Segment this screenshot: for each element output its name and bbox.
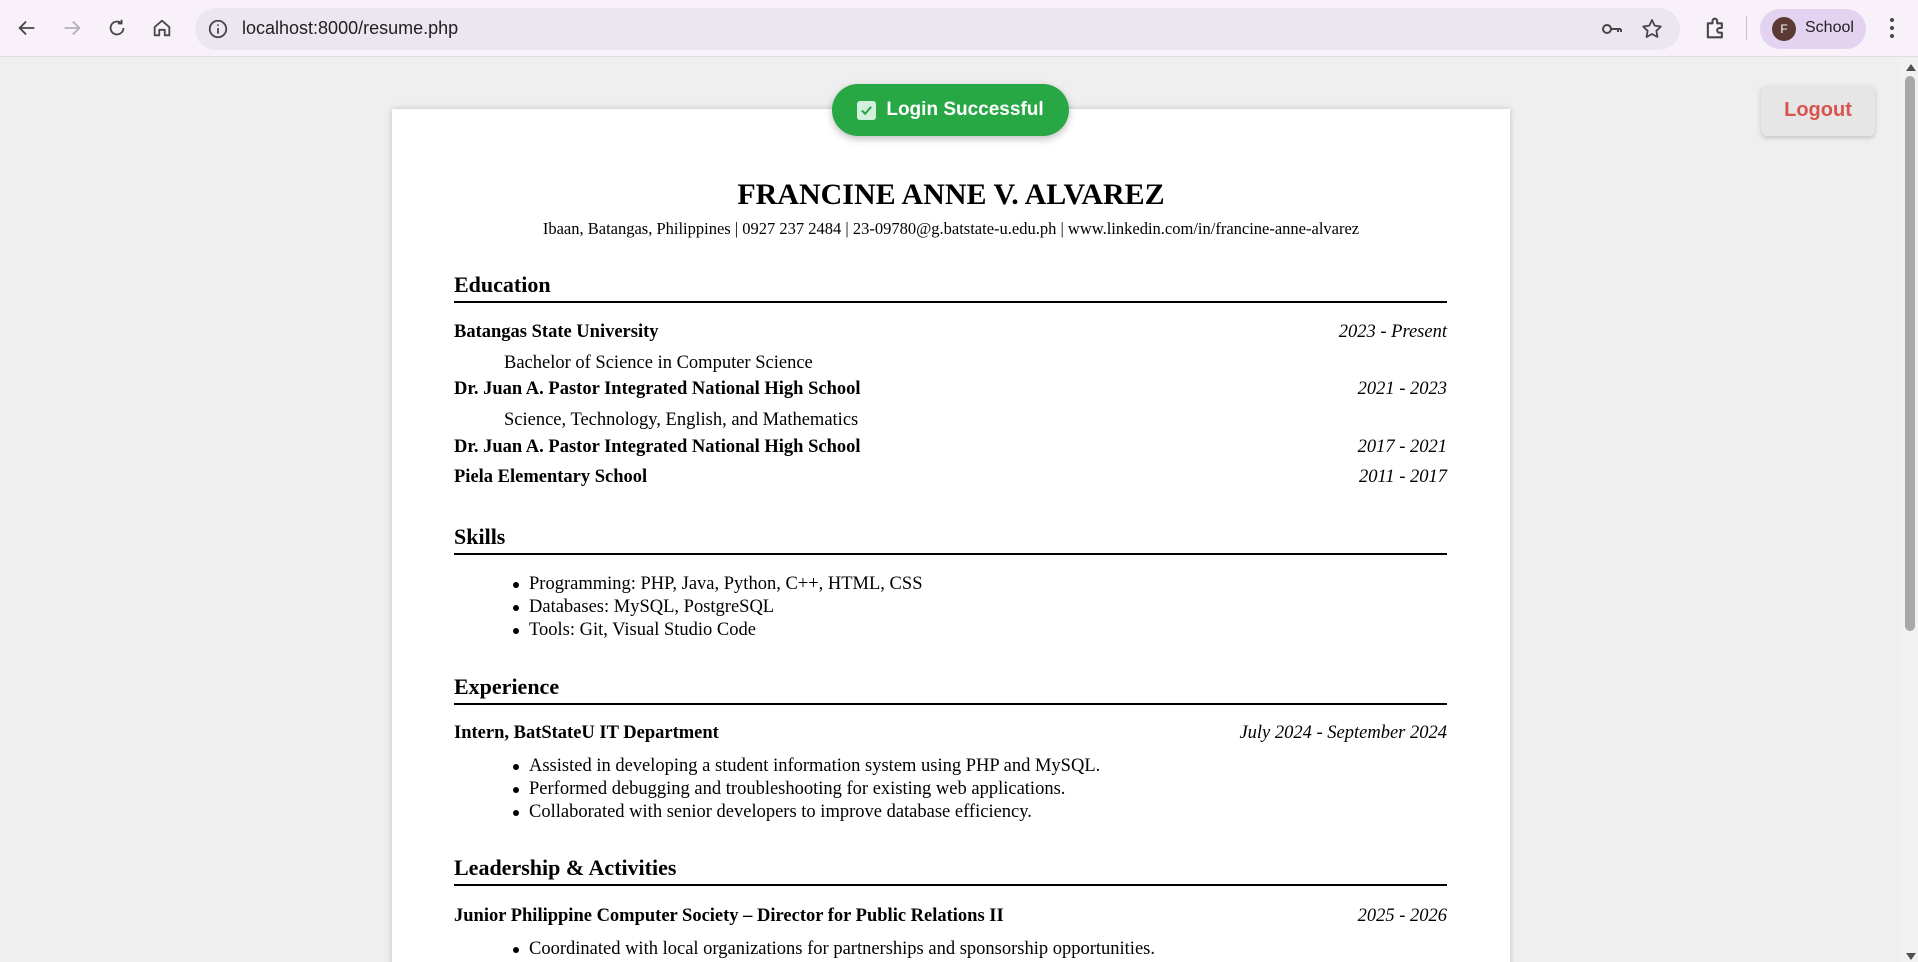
education-detail: Bachelor of Science in Computer Science (504, 353, 813, 373)
arrow-right-icon (64, 20, 81, 36)
experience-dates: July 2024 - September 2024 (1239, 723, 1447, 743)
toast-label: Login Successful (886, 99, 1044, 120)
education-dates: 2021 - 2023 (1357, 379, 1447, 399)
list-item: Programming: PHP, Java, Python, C++, HTM… (512, 574, 923, 594)
profile-name: School (1805, 19, 1854, 36)
forward-button[interactable] (56, 12, 88, 44)
list-item: Coordinated with local organizations for… (513, 939, 1155, 959)
section-divider (454, 703, 1447, 705)
resume-page: FRANCINE ANNE V. ALVAREZ Ibaan, Batangas… (392, 109, 1510, 962)
education-dates: 2011 - 2017 (1358, 467, 1447, 487)
toolbar-divider (1746, 16, 1747, 40)
home-button[interactable] (146, 12, 178, 44)
education-school: Piela Elementary School (454, 467, 648, 487)
address-bar[interactable]: localhost:8000/resume.php (195, 8, 1680, 50)
education-dates: 2017 - 2021 (1357, 437, 1447, 457)
login-success-toast: Login Successful (832, 84, 1069, 136)
scroll-thumb[interactable] (1905, 76, 1915, 631)
leadership-dates: 2025 - 2026 (1357, 906, 1447, 926)
site-info-icon[interactable] (207, 18, 229, 40)
url-text[interactable]: localhost:8000/resume.php (242, 18, 458, 39)
reload-icon (109, 19, 125, 36)
section-divider (454, 553, 1447, 555)
experience-role: Intern, BatStateU IT Department (454, 723, 719, 743)
list-item: Performed debugging and troubleshooting … (512, 778, 1100, 801)
scroll-up-arrow-icon[interactable] (1906, 64, 1916, 71)
back-button[interactable] (11, 12, 43, 44)
education-school: Batangas State University (454, 322, 659, 342)
education-detail: Science, Technology, English, and Mathem… (504, 410, 859, 430)
resume-name: FRANCINE ANNE V. ALVAREZ (737, 178, 1165, 211)
education-school: Dr. Juan A. Pastor Integrated National H… (454, 379, 861, 399)
leadership-role: Junior Philippine Computer Society – Dir… (454, 906, 1004, 926)
kebab-menu-icon[interactable] (1880, 14, 1904, 42)
education-dates: 2023 - Present (1338, 322, 1447, 342)
leadership-list: Coordinated with local organizations for… (513, 938, 1155, 961)
list-item: Databases: MySQL, PostgreSQL (512, 596, 922, 619)
education-school: Dr. Juan A. Pastor Integrated National H… (454, 437, 861, 457)
password-key-icon[interactable] (1600, 17, 1624, 41)
section-divider (454, 884, 1447, 886)
section-divider (454, 301, 1447, 303)
extensions-puzzle-icon[interactable] (1702, 14, 1730, 42)
section-title-leadership: Leadership & Activities (454, 855, 677, 880)
experience-list: Assisted in developing a student informa… (512, 755, 1101, 824)
scroll-down-arrow-icon[interactable] (1906, 953, 1916, 960)
section-title-education: Education (454, 272, 551, 297)
home-icon (153, 19, 171, 37)
list-item: Tools: Git, Visual Studio Code (512, 619, 922, 642)
checkbox-checked-icon (857, 100, 877, 120)
browser-toolbar: localhost:8000/resume.php F School (0, 0, 1918, 57)
reload-button[interactable] (101, 12, 133, 44)
skills-list: Programming: PHP, Java, Python, C++, HTM… (512, 573, 923, 642)
section-title-experience: Experience (454, 674, 560, 699)
arrow-left-icon (18, 20, 35, 36)
list-item: Assisted in developing a student informa… (512, 756, 1101, 776)
contact-line: Ibaan, Batangas, Philippines | 0927 237 … (542, 219, 1360, 238)
avatar: F (1772, 17, 1796, 41)
section-title-skills: Skills (454, 524, 506, 549)
logout-button[interactable]: Logout (1761, 85, 1875, 136)
bookmark-star-icon[interactable] (1640, 17, 1664, 41)
page-scrollbar[interactable] (1902, 58, 1918, 962)
list-item: Collaborated with senior developers to i… (512, 801, 1100, 824)
profile-button[interactable]: F School (1760, 9, 1866, 49)
